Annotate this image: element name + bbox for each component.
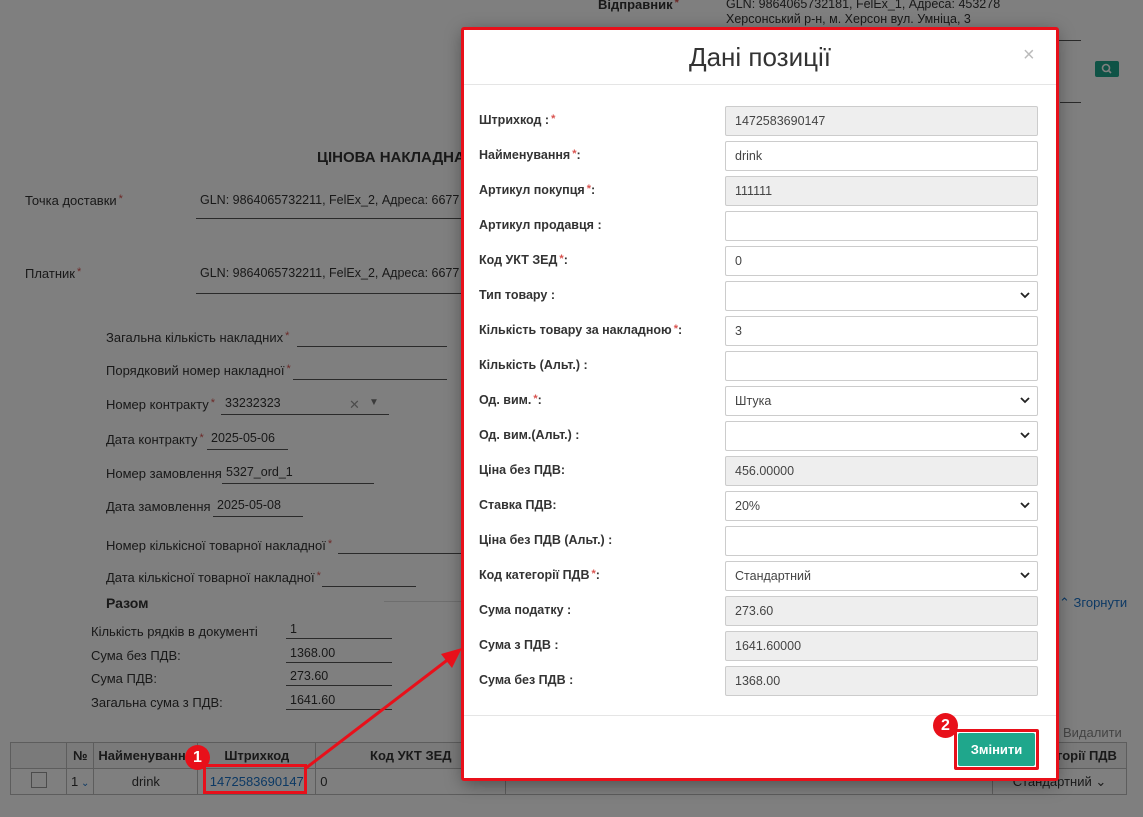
- form-row: Сума з ПДВ : 1641.60000: [479, 631, 1039, 661]
- form-label: Найменування *:: [479, 148, 581, 162]
- form-label: Кількість (Альт.) :: [479, 358, 588, 372]
- form-row: Ставка ПДВ: 20%: [479, 491, 1039, 521]
- form-label: Ціна без ПДВ (Альт.) :: [479, 533, 613, 547]
- form-row: Ціна без ПДВ (Альт.) :: [479, 526, 1039, 556]
- form-input[interactable]: [725, 351, 1038, 381]
- form-select[interactable]: 20%: [725, 491, 1038, 521]
- form-input[interactable]: [725, 526, 1038, 556]
- form-input[interactable]: [725, 211, 1038, 241]
- modal-title: Дані позиції: [688, 42, 831, 72]
- form-label: Од. вим. *:: [479, 393, 542, 407]
- form-row: Код УКТ ЗЕД *: 0: [479, 246, 1039, 276]
- form-label: Код категорії ПДВ *:: [479, 568, 600, 582]
- form-label: Ціна без ПДВ:: [479, 463, 566, 477]
- chevron-down-icon: [1020, 432, 1030, 439]
- form-input: 273.60: [725, 596, 1038, 626]
- form-label: Сума податку :: [479, 603, 572, 617]
- form-row: Тип товару :: [479, 281, 1039, 311]
- form-select[interactable]: [725, 281, 1038, 311]
- step-badge-2: 2: [933, 713, 958, 738]
- form-row: Кількість товару за накладною *: 3: [479, 316, 1039, 346]
- item-data-modal: Дані позиції × Штрихкод : * 1472583690147 Н…: [463, 28, 1057, 780]
- form-row: Сума податку : 273.60: [479, 596, 1039, 626]
- chevron-down-icon: [1020, 292, 1030, 299]
- form-input[interactable]: 0: [725, 246, 1038, 276]
- form-input: 1368.00: [725, 666, 1038, 696]
- form-row: Кількість (Альт.) :: [479, 351, 1039, 381]
- form-label: Од. вим.(Альт.) :: [479, 428, 580, 442]
- form-label: Код УКТ ЗЕД *:: [479, 253, 568, 267]
- form-select[interactable]: [725, 421, 1038, 451]
- form-input: 1641.60000: [725, 631, 1038, 661]
- form-label: Сума з ПДВ :: [479, 638, 559, 652]
- form-label: Штрихкод : *: [479, 113, 556, 127]
- form-select[interactable]: Штука: [725, 386, 1038, 416]
- arrow-annotation: [305, 648, 462, 770]
- form-row: Од. вим.(Альт.) :: [479, 421, 1039, 451]
- form-row: Сума без ПДВ : 1368.00: [479, 666, 1039, 696]
- form-row: Найменування *: drink: [479, 141, 1039, 171]
- modal-footer-divider: [463, 715, 1057, 716]
- form-label: Артикул покупця *:: [479, 183, 596, 197]
- form-label: Тип товару :: [479, 288, 555, 302]
- change-button[interactable]: Змінити: [958, 733, 1035, 766]
- form-input: 1472583690147: [725, 106, 1038, 136]
- step-badge-1: 1: [185, 745, 210, 770]
- chevron-down-icon: [1020, 502, 1030, 509]
- form-input[interactable]: 3: [725, 316, 1038, 346]
- close-icon[interactable]: ×: [1023, 44, 1035, 67]
- form-label: Сума без ПДВ :: [479, 673, 574, 687]
- modal-header-divider: [463, 84, 1057, 85]
- form-row: Код категорії ПДВ *: Стандартний: [479, 561, 1039, 591]
- form-row: Ціна без ПДВ: 456.00000: [479, 456, 1039, 486]
- form-row: Артикул продавця :: [479, 211, 1039, 241]
- form-label: Кількість товару за накладною *:: [479, 323, 683, 337]
- form-row: Штрихкод : * 1472583690147: [479, 106, 1039, 136]
- form-select[interactable]: Стандартний: [725, 561, 1038, 591]
- form-row: Од. вим. *: Штука: [479, 386, 1039, 416]
- form-row: Артикул покупця *: 111111: [479, 176, 1039, 206]
- form-label: Артикул продавця :: [479, 218, 602, 232]
- form-input: 111111: [725, 176, 1038, 206]
- form-input[interactable]: drink: [725, 141, 1038, 171]
- form-label: Ставка ПДВ:: [479, 498, 557, 512]
- form-input: 456.00000: [725, 456, 1038, 486]
- chevron-down-icon: [1020, 397, 1030, 404]
- chevron-down-icon: [1020, 572, 1030, 579]
